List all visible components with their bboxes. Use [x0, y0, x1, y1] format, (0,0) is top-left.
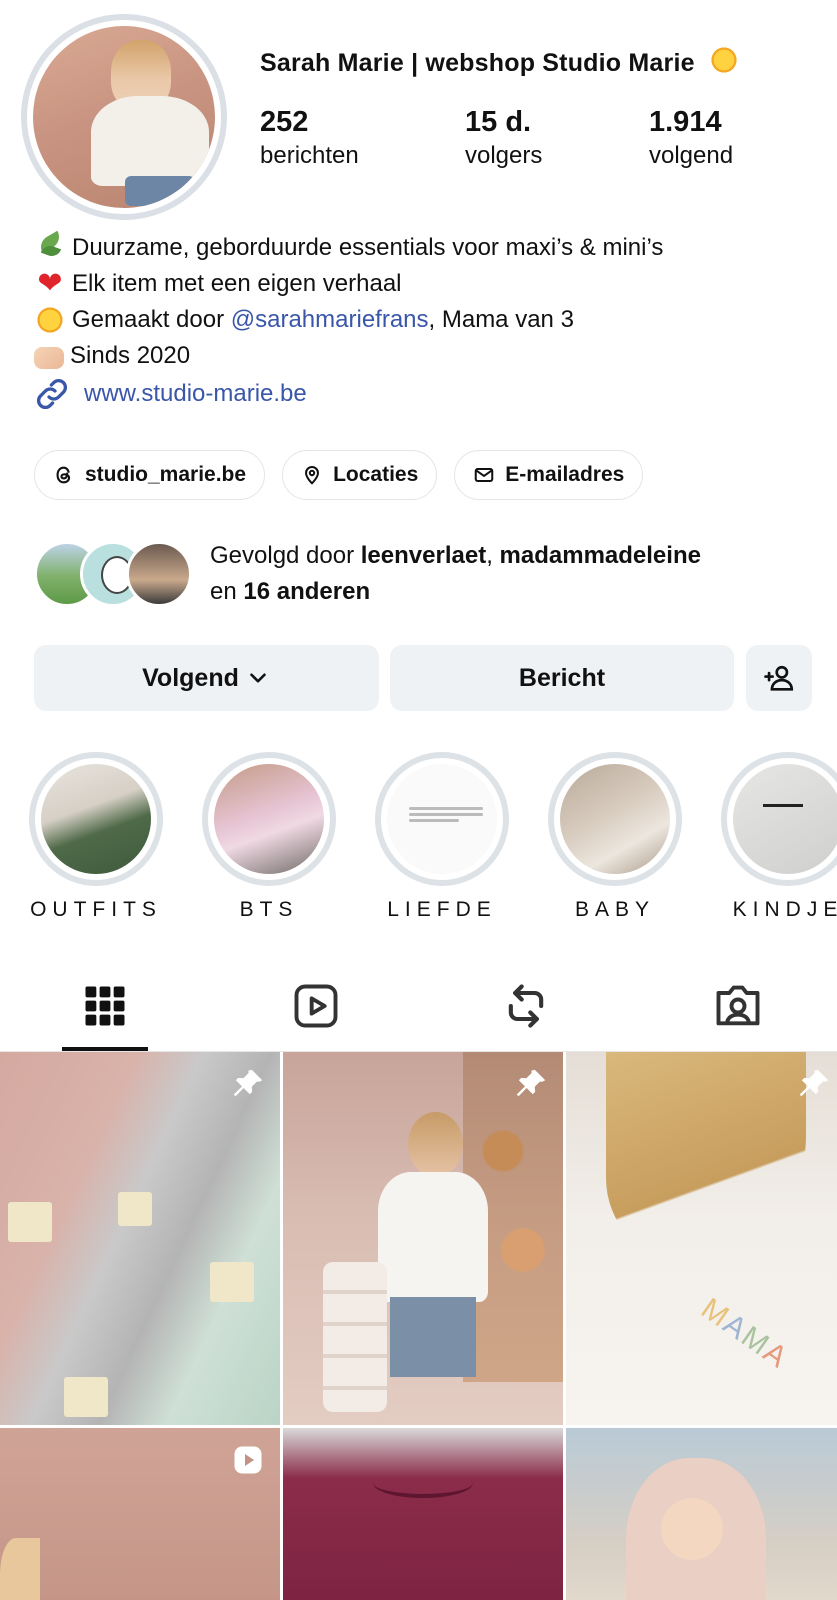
- heart-hands-emoji: [34, 347, 64, 369]
- location-pin-icon: [305, 466, 320, 485]
- profile-photo: [33, 26, 215, 208]
- follower-avatar: [126, 541, 192, 607]
- mama-embroidery-text: MAMA: [695, 1292, 795, 1376]
- threads-icon: [56, 466, 71, 484]
- followed-by-text: Gevolgd door leenverlaet, madammadeleine…: [210, 542, 701, 605]
- add-person-icon: [764, 665, 794, 691]
- profile-name: Sarah Marie | webshop Studio Marie: [260, 44, 746, 78]
- herb-emoji: [34, 232, 66, 264]
- email-pill[interactable]: E-mailadres: [454, 450, 644, 500]
- bio-line-2: ❤ Elk item met een eigen verhaal: [34, 266, 663, 302]
- pin-icon: [233, 1069, 263, 1097]
- active-tab-indicator: [62, 1047, 148, 1051]
- highlight-cover: [41, 764, 151, 874]
- post-thumbnail[interactable]: [566, 1428, 837, 1600]
- profile-avatar[interactable]: [21, 14, 227, 220]
- highlight-cover: [214, 764, 324, 874]
- website-link[interactable]: www.studio-marie.be: [34, 376, 307, 412]
- pin-icon: [516, 1069, 546, 1097]
- message-button[interactable]: Bericht: [390, 645, 734, 711]
- profile-bio: Duurzame, geborduurde essentials voor ma…: [34, 230, 663, 374]
- mail-icon: [475, 468, 494, 482]
- following-button[interactable]: Volgend: [34, 645, 379, 711]
- reposts-icon[interactable]: [500, 980, 552, 1032]
- highlight-cover: [387, 764, 497, 874]
- followed-by[interactable]: Gevolgd door leenverlaet, madammadeleine…: [34, 538, 701, 610]
- grid-icon[interactable]: [79, 980, 131, 1032]
- highlight-label: KINDJE: [732, 898, 837, 921]
- highlight-cover: [733, 764, 837, 874]
- stat-followers[interactable]: 15 d. volgers: [465, 104, 542, 172]
- bio-line-4: Sinds 2020: [34, 338, 663, 374]
- profile-tabs: [0, 962, 837, 1052]
- chevron-down-icon: [250, 673, 266, 683]
- highlight-liefde[interactable]: LIEFDE: [375, 752, 509, 922]
- post-thumbnail[interactable]: [0, 1428, 280, 1600]
- highlight-label: BABY: [574, 898, 656, 921]
- post-thumbnail[interactable]: MAMA: [566, 1052, 837, 1425]
- post-thumbnail[interactable]: [283, 1428, 563, 1600]
- highlight-label: OUTFITS: [30, 898, 162, 921]
- highlight-cover: [560, 764, 670, 874]
- sun-emoji: [34, 304, 66, 336]
- highlight-bts[interactable]: BTS: [202, 752, 336, 922]
- link-icon: [37, 379, 67, 409]
- stat-posts[interactable]: 252 berichten: [260, 104, 359, 172]
- play-icon: [234, 1446, 262, 1474]
- post-thumbnail[interactable]: [283, 1052, 563, 1425]
- pin-icon: [799, 1069, 829, 1097]
- red-heart-emoji: ❤: [37, 267, 63, 300]
- sun-emoji: [707, 44, 740, 76]
- tagged-icon[interactable]: [712, 980, 764, 1032]
- locations-pill[interactable]: Locaties: [282, 450, 438, 500]
- reels-icon[interactable]: [290, 980, 342, 1032]
- highlight-outfits[interactable]: OUTFITS: [29, 752, 163, 922]
- bio-mention-link[interactable]: @sarahmariefrans: [231, 302, 429, 338]
- highlight-label: BTS: [239, 898, 299, 921]
- bio-line-1: Duurzame, geborduurde essentials voor ma…: [34, 230, 663, 266]
- website-link-text: www.studio-marie.be: [84, 380, 307, 407]
- highlight-baby[interactable]: BABY: [548, 752, 682, 922]
- highlight-label: LIEFDE: [387, 898, 497, 921]
- threads-pill[interactable]: studio_marie.be: [34, 450, 266, 500]
- highlight-kindje[interactable]: KINDJE: [721, 752, 837, 922]
- bio-line-3: Gemaakt door @sarahmariefrans, Mama van …: [34, 302, 663, 338]
- suggest-people-button[interactable]: [746, 645, 812, 711]
- profile-links: studio_marie.be Locaties E-mailadres: [34, 450, 644, 500]
- stat-following[interactable]: 1.914 volgend: [649, 104, 733, 172]
- post-thumbnail[interactable]: [0, 1052, 280, 1425]
